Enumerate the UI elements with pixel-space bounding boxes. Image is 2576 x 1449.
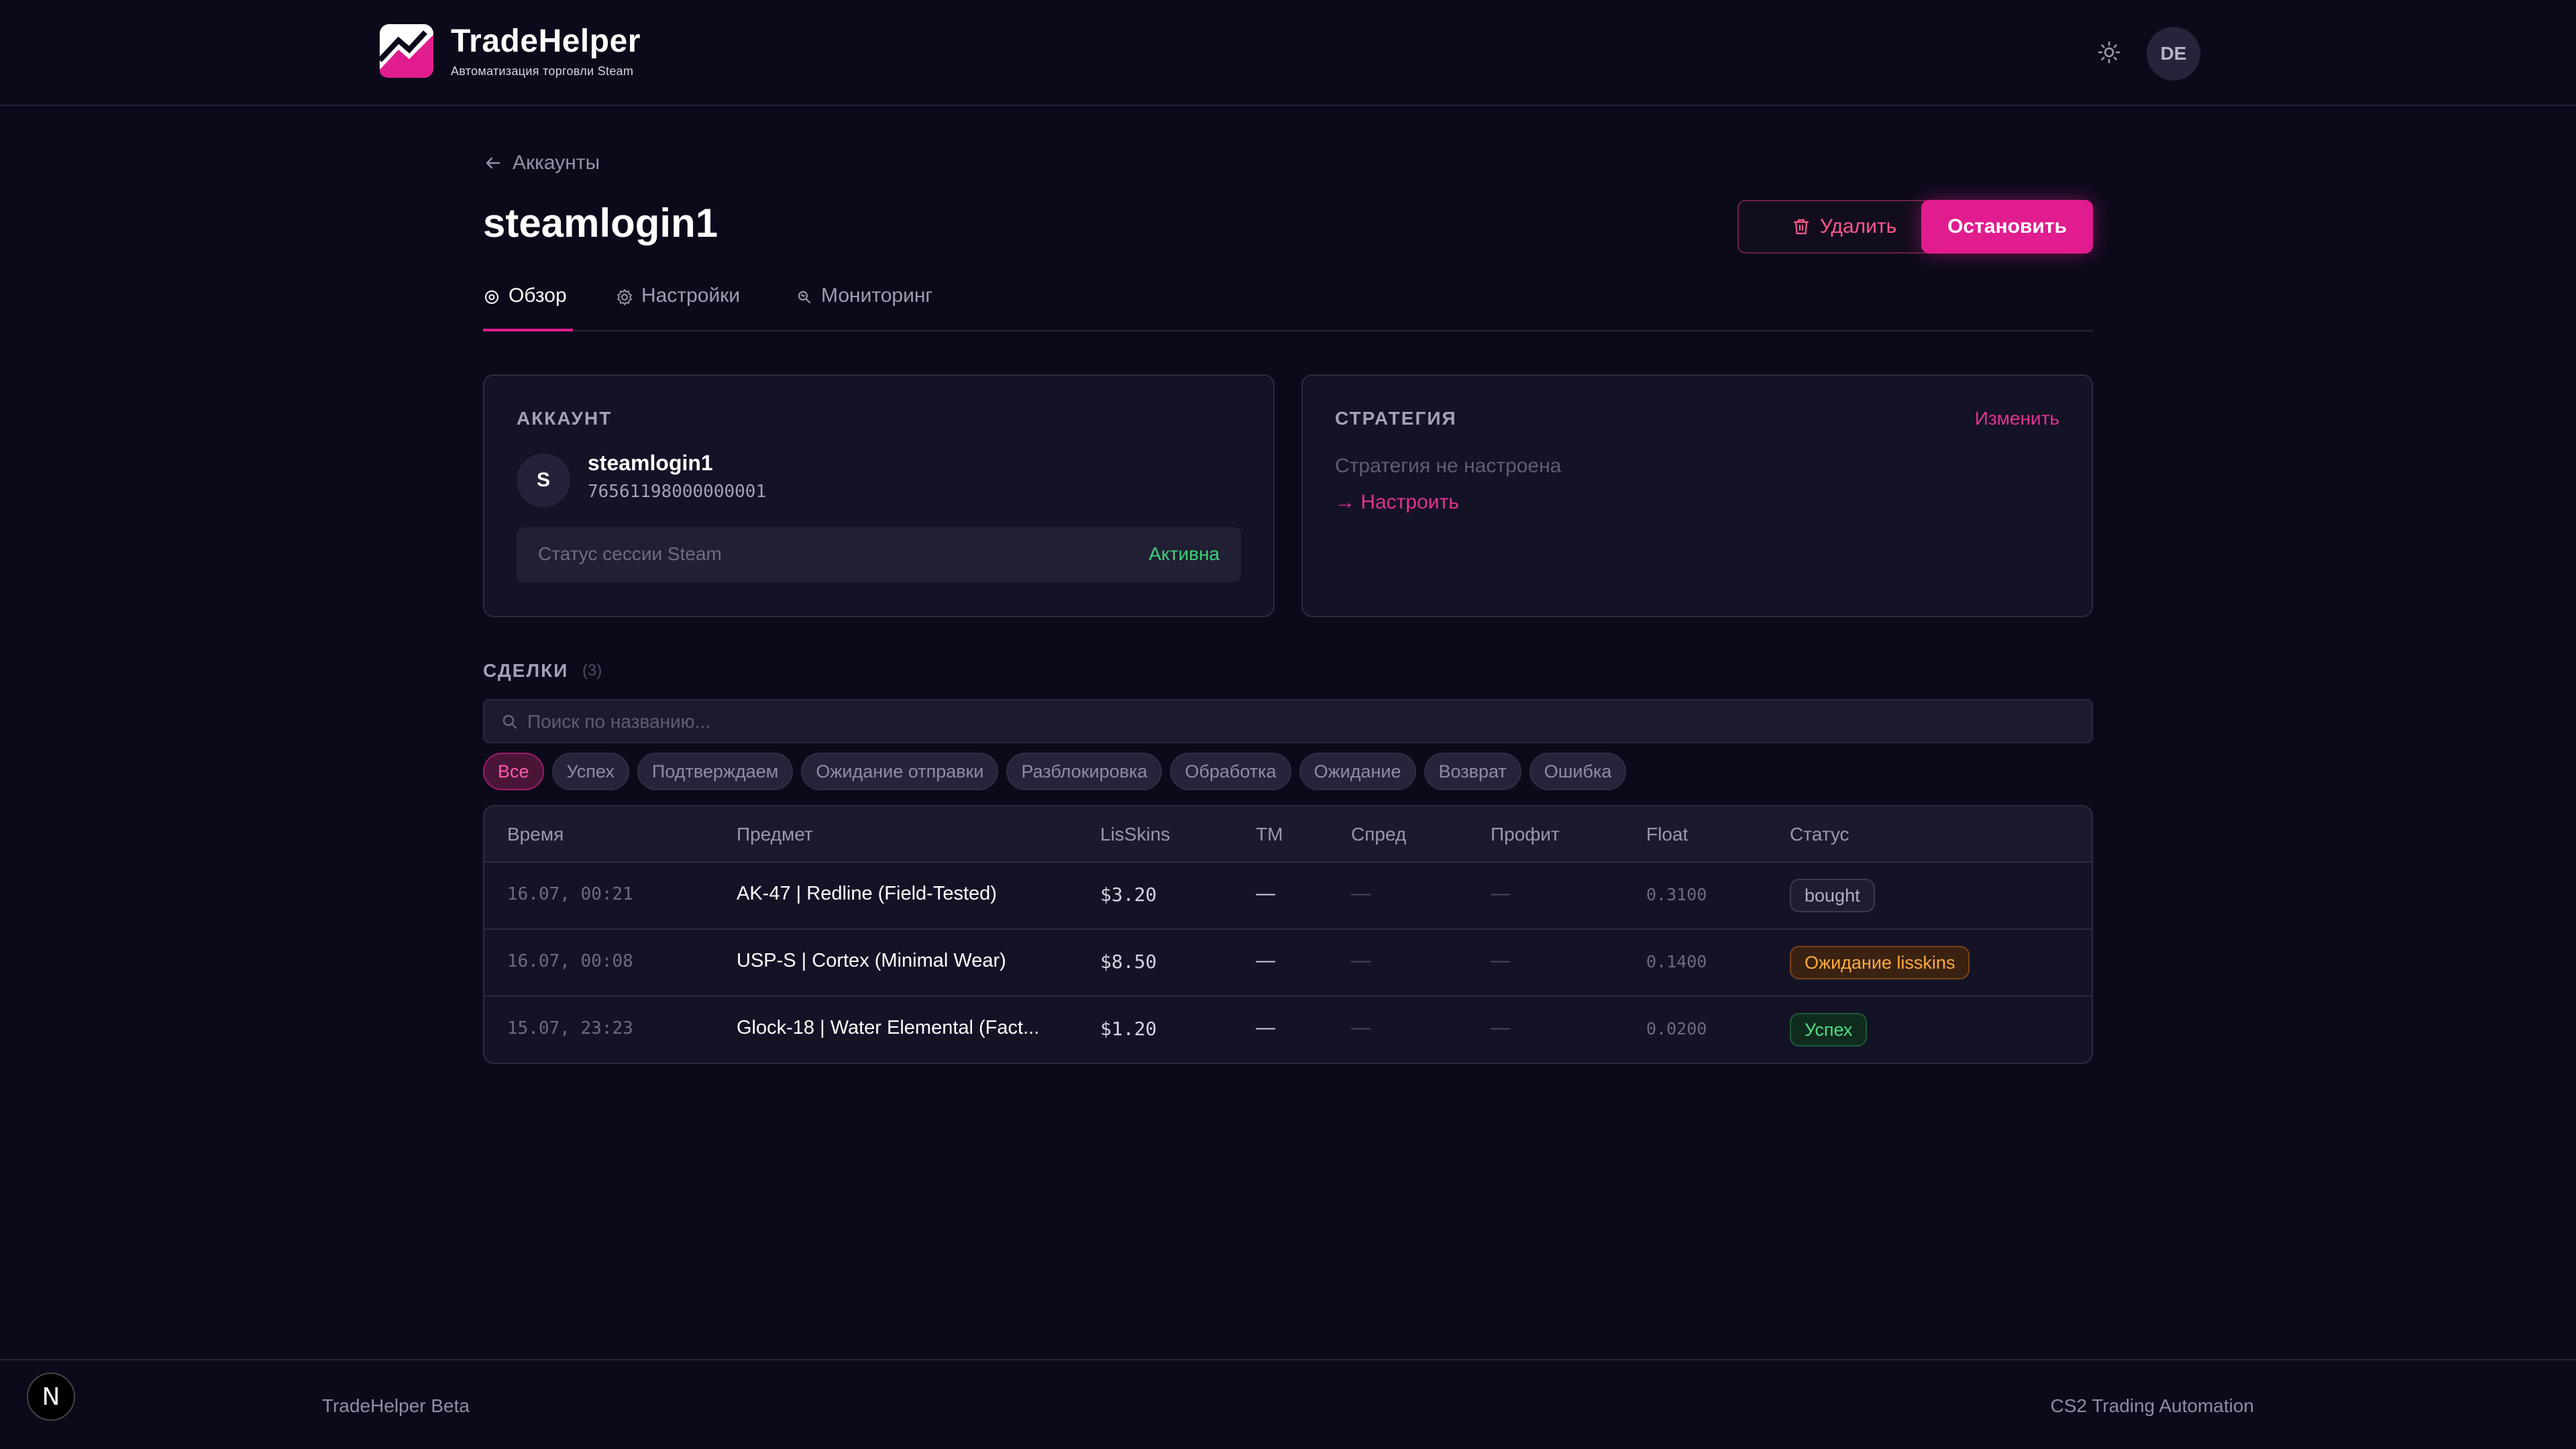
account-steam-id: 76561198000000001: [588, 482, 767, 502]
column-tm[interactable]: TM: [1256, 824, 1283, 845]
strategy-change-link[interactable]: Изменить: [1975, 408, 2059, 429]
status-badge: Успех: [1790, 1013, 1868, 1046]
tab-overview-label: Обзор: [508, 284, 567, 307]
account-card: АККАУНТ S steamlogin1 76561198000000001 …: [483, 374, 1275, 617]
stop-button[interactable]: Остановить: [1921, 200, 2093, 254]
breadcrumb-label: Аккаунты: [513, 152, 600, 174]
column-profit[interactable]: Профит: [1491, 824, 1560, 845]
user-avatar[interactable]: DE: [2147, 27, 2200, 80]
cell-tm: —: [1256, 950, 1275, 971]
cell-item: AK-47 | Redline (Field-Tested): [737, 883, 997, 904]
deals-title: СДЕЛКИ: [483, 660, 569, 681]
logo-icon: [378, 24, 433, 78]
cell-profit: —: [1491, 950, 1510, 971]
cell-profit: —: [1491, 1017, 1510, 1038]
filter-awaiting-send[interactable]: Ожидание отправки: [801, 753, 999, 790]
trash-icon: [1793, 219, 1809, 235]
table-row[interactable]: 16.07, 00:08 USP-S | Cortex (Minimal Wea…: [484, 930, 2092, 997]
strategy-empty-text: Стратегия не настроена: [1335, 455, 1562, 477]
deals-table: Время Предмет LisSkins TM Спред Профит F…: [483, 805, 2093, 1064]
column-item[interactable]: Предмет: [737, 824, 813, 845]
cell-status: Ожидание lisskins: [1790, 946, 1970, 979]
account-login: steamlogin1: [588, 451, 713, 475]
delete-label: Удалить: [1819, 215, 1897, 237]
footer: TradeHelper Beta CS2 Trading Automation: [0, 1359, 2576, 1449]
table-header: Время Предмет LisSkins TM Спред Профит F…: [484, 806, 2092, 863]
filter-refund[interactable]: Возврат: [1424, 753, 1521, 790]
column-lisskins[interactable]: LisSkins: [1100, 824, 1170, 845]
breadcrumb-back[interactable]: Аккаунты: [483, 152, 600, 174]
deals-count: (3): [582, 661, 602, 680]
filter-all[interactable]: Все: [483, 753, 544, 790]
cell-lisskins: $1.20: [1100, 1018, 1157, 1040]
column-spread[interactable]: Спред: [1351, 824, 1406, 845]
filter-confirming[interactable]: Подтверждаем: [637, 753, 794, 790]
tab-overview[interactable]: Обзор: [483, 284, 573, 331]
brand[interactable]: TradeHelper Автоматизация торговли Steam: [378, 23, 641, 79]
cell-spread: —: [1351, 950, 1371, 971]
page-title: steamlogin1: [483, 201, 718, 246]
account-card-title: АККАУНТ: [517, 408, 612, 429]
tab-monitoring-label: Мониторинг: [821, 284, 933, 307]
cell-float: 0.3100: [1646, 885, 1707, 904]
cell-tm: —: [1256, 1017, 1275, 1038]
brand-name: TradeHelper: [451, 23, 641, 59]
cell-lisskins: $3.20: [1100, 883, 1157, 906]
cell-lisskins: $8.50: [1100, 951, 1157, 973]
cell-tm: —: [1256, 883, 1275, 904]
footer-right-text: CS2 Trading Automation: [2050, 1395, 2254, 1416]
cell-item: Glock-18 | Water Elemental (Fact...: [737, 1017, 1040, 1038]
column-status[interactable]: Статус: [1790, 824, 1849, 845]
filter-error[interactable]: Ошибка: [1529, 753, 1627, 790]
search-input[interactable]: [527, 707, 2070, 737]
search-icon: [502, 714, 517, 729]
cell-float: 0.0200: [1646, 1019, 1707, 1038]
filter-unlock[interactable]: Разблокировка: [1006, 753, 1163, 790]
strategy-card-title: СТРАТЕГИЯ: [1335, 408, 1457, 429]
filter-processing[interactable]: Обработка: [1170, 753, 1291, 790]
strategy-card: СТРАТЕГИЯ Изменить Стратегия не настроен…: [1301, 374, 2093, 617]
cell-status: bought: [1790, 879, 1875, 912]
session-status-row: Статус сессии Steam Активна: [517, 527, 1241, 582]
dev-tools-button[interactable]: N: [27, 1373, 75, 1421]
cell-spread: —: [1351, 1017, 1371, 1038]
table-row[interactable]: 15.07, 23:23 Glock-18 | Water Elemental …: [484, 997, 2092, 1063]
brand-subtitle: Автоматизация торговли Steam: [451, 64, 634, 78]
column-float[interactable]: Float: [1646, 824, 1688, 845]
arrow-left-icon: [486, 157, 500, 169]
gear-icon: [617, 289, 632, 305]
cell-profit: —: [1491, 883, 1510, 904]
cell-time: 16.07, 00:08: [507, 951, 633, 971]
strategy-setup-link[interactable]: → Настроить: [1335, 491, 1459, 514]
cell-time: 15.07, 23:23: [507, 1018, 633, 1038]
cell-status: Успех: [1790, 1013, 1868, 1046]
tab-bar: Обзор Настройки Мониторинг: [483, 284, 2093, 331]
top-header: TradeHelper Автоматизация торговли Steam…: [0, 0, 2576, 106]
cell-spread: —: [1351, 883, 1371, 904]
filter-waiting[interactable]: Ожидание: [1299, 753, 1416, 790]
status-badge: Ожидание lisskins: [1790, 946, 1970, 979]
cell-item: USP-S | Cortex (Minimal Wear): [737, 950, 1006, 971]
status-filters: Все Успех Подтверждаем Ожидание отправки…: [483, 753, 1627, 790]
table-row[interactable]: 16.07, 00:21 AK-47 | Redline (Field-Test…: [484, 863, 2092, 930]
tab-settings-label: Настройки: [641, 284, 741, 307]
status-badge: bought: [1790, 879, 1875, 912]
monitor-icon: [798, 291, 810, 303]
sun-icon[interactable]: [2097, 40, 2121, 64]
filter-success[interactable]: Успех: [551, 753, 629, 790]
delete-button[interactable]: Удалить: [1737, 200, 1951, 254]
column-time[interactable]: Время: [507, 824, 564, 845]
session-status-value: Активна: [1148, 543, 1220, 564]
session-status-label: Статус сессии Steam: [538, 543, 722, 564]
tab-monitoring[interactable]: Мониторинг: [796, 284, 932, 331]
cell-float: 0.1400: [1646, 952, 1707, 971]
deals-search: [483, 699, 2093, 743]
tab-settings[interactable]: Настройки: [616, 284, 740, 331]
footer-left-text: TradeHelper Beta: [322, 1395, 470, 1416]
cell-time: 16.07, 00:21: [507, 884, 633, 904]
account-avatar: S: [517, 453, 570, 507]
overview-icon: [485, 290, 498, 304]
